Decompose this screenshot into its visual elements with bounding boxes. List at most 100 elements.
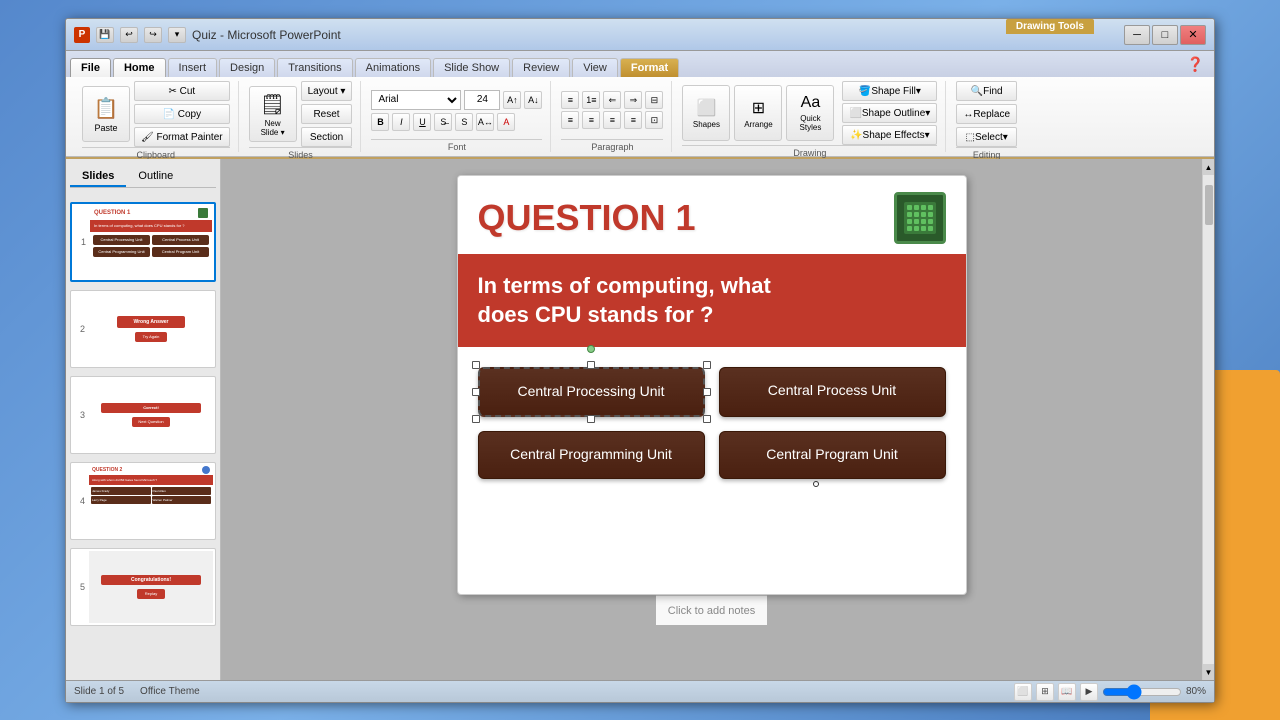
reading-view-button[interactable]: 📖 [1058, 683, 1076, 701]
font-size-up-button[interactable]: A↑ [503, 91, 521, 109]
handle-ml[interactable] [472, 388, 480, 396]
slide-canvas[interactable]: QUESTION 1 In terms of computi [457, 175, 967, 595]
shadow-button[interactable]: S [455, 113, 473, 131]
slide-thumb-3[interactable]: 3 Correct! Next Question [70, 376, 216, 454]
bold-button[interactable]: B [371, 113, 389, 131]
font-size-input[interactable] [464, 90, 500, 110]
handle-br[interactable] [703, 415, 711, 423]
cut-button[interactable]: ✂ Cut [134, 81, 230, 101]
close-button[interactable]: ✕ [1180, 25, 1206, 45]
new-slide-button[interactable]: 🗒 NewSlide ▾ [249, 86, 297, 142]
font-family-select[interactable]: Arial [371, 90, 461, 110]
redo-qat-button[interactable]: ↪ [144, 27, 162, 43]
decrease-indent-button[interactable]: ⇐ [603, 91, 621, 109]
maximize-button[interactable]: □ [1152, 25, 1178, 45]
handle-tr[interactable] [703, 361, 711, 369]
slide-thumb-5[interactable]: 5 Congratulations! Replay [70, 548, 216, 626]
save-qat-button[interactable]: 💾 [96, 27, 114, 43]
tab-review[interactable]: Review [512, 58, 570, 77]
find-button[interactable]: 🔍 Find [956, 81, 1017, 101]
replace-button[interactable]: ↔ Replace [956, 104, 1017, 124]
font-controls: Arial A↑ A↓ B I U S̶ S A↔ [371, 90, 542, 131]
paste-button[interactable]: 📋 Paste [82, 86, 130, 142]
undo-qat-button[interactable]: ↩ [120, 27, 138, 43]
cpu-inner [904, 202, 936, 234]
font-color-button[interactable]: A [497, 113, 515, 131]
slide-thumb-4[interactable]: 4 QUESTION 2 Along with whom did Bill Ga… [70, 462, 216, 540]
notes-bar[interactable]: Click to add notes [656, 595, 767, 625]
minimize-button[interactable]: ─ [1124, 25, 1150, 45]
answer-button-1[interactable]: Central Processing Unit [478, 367, 705, 417]
copy-button[interactable]: 📄 Copy [134, 104, 230, 124]
quick-styles-button[interactable]: Aa QuickStyles [786, 85, 834, 141]
mouse-cursor [813, 481, 819, 487]
align-left-button[interactable]: ≡ [561, 111, 579, 129]
cpu-icon [894, 192, 946, 244]
format-painter-button[interactable]: 🖌 Format Painter [134, 127, 230, 147]
slideshow-button[interactable]: ▶ [1080, 683, 1098, 701]
arrange-button[interactable]: ⊞ Arrange [734, 85, 782, 141]
tab-outline[interactable]: Outline [126, 167, 185, 187]
handle-tl[interactable] [472, 361, 480, 369]
font-size-down-button[interactable]: A↓ [524, 91, 542, 109]
section-button[interactable]: Section [301, 127, 353, 147]
shapes-button[interactable]: ⬜ Shapes [682, 85, 730, 141]
bullets-button[interactable]: ≡ [561, 91, 579, 109]
scroll-down-button[interactable]: ▼ [1203, 664, 1214, 680]
align-right-button[interactable]: ≡ [603, 111, 621, 129]
slide-thumb-1[interactable]: 1 QUESTION 1 In terms of computing, what… [70, 202, 216, 282]
strikethrough-button[interactable]: S̶ [434, 113, 452, 131]
increase-indent-button[interactable]: ⇒ [624, 91, 642, 109]
tab-animations[interactable]: Animations [355, 58, 431, 77]
justify-button[interactable]: ≡ [624, 111, 642, 129]
italic-button[interactable]: I [392, 113, 410, 131]
answer-button-2[interactable]: Central Process Unit [719, 367, 946, 417]
scroll-up-button[interactable]: ▲ [1203, 159, 1214, 175]
tab-file[interactable]: File [70, 58, 111, 77]
reset-button[interactable]: Reset [301, 104, 353, 124]
text-direction-button[interactable]: ⊡ [645, 111, 663, 129]
scroll-thumb[interactable] [1205, 185, 1213, 225]
theme-info: Office Theme [140, 686, 200, 697]
align-center-button[interactable]: ≡ [582, 111, 600, 129]
answer-button-3[interactable]: Central Programming Unit [478, 431, 705, 479]
tab-view[interactable]: View [572, 58, 618, 77]
font-content: Arial A↑ A↓ B I U S̶ S A↔ [371, 81, 542, 139]
scroll-track[interactable] [1203, 175, 1214, 664]
answer-text-1: Central Processing Unit [517, 383, 664, 399]
slide-num-3: 3 [73, 410, 85, 420]
right-scrollbar[interactable]: ▲ ▼ [1202, 159, 1214, 680]
tab-slides[interactable]: Slides [70, 167, 126, 187]
tab-transitions[interactable]: Transitions [277, 58, 352, 77]
qat-dropdown[interactable]: ▾ [168, 27, 186, 43]
char-spacing-button[interactable]: A↔ [476, 113, 494, 131]
normal-view-button[interactable]: ⬜ [1014, 683, 1032, 701]
numbering-button[interactable]: 1≡ [582, 91, 600, 109]
paragraph-group: ≡ 1≡ ⇐ ⇒ ⊟ ≡ ≡ ≡ ≡ ⊡ [553, 81, 672, 152]
layout-button[interactable]: Layout ▾ [301, 81, 353, 101]
tab-slideshow[interactable]: Slide Show [433, 58, 510, 77]
help-button[interactable]: ❓ [1181, 52, 1210, 77]
shape-fill-button[interactable]: 🪣 Shape Fill ▾ [842, 81, 937, 101]
handle-bc[interactable] [587, 415, 595, 423]
drawing-content: ⬜ Shapes ⊞ Arrange Aa QuickStyles 🪣 Shap… [682, 81, 937, 145]
columns-button[interactable]: ⊟ [645, 91, 663, 109]
slides-panel: Slides Outline 1 QUESTION 1 In terms of … [66, 159, 221, 680]
tab-home[interactable]: Home [113, 58, 166, 77]
handle-mr[interactable] [703, 388, 711, 396]
tab-insert[interactable]: Insert [168, 58, 218, 77]
tab-format[interactable]: Format [620, 58, 679, 77]
font-group: Arial A↑ A↓ B I U S̶ S A↔ [363, 81, 551, 152]
shape-outline-button[interactable]: ⬜ Shape Outline ▾ [842, 103, 937, 123]
handle-tc[interactable] [587, 361, 595, 369]
handle-bl[interactable] [472, 415, 480, 423]
answer-button-4[interactable]: Central Program Unit [719, 431, 946, 479]
zoom-slider[interactable] [1102, 684, 1182, 700]
underline-button[interactable]: U [413, 113, 431, 131]
slide-sorter-button[interactable]: ⊞ [1036, 683, 1054, 701]
slide-thumb-2[interactable]: 2 Wrong Answer Try Again [70, 290, 216, 368]
select-button[interactable]: ⬚ Select ▾ [956, 127, 1017, 147]
tab-design[interactable]: Design [219, 58, 275, 77]
shape-effects-button[interactable]: ✨ Shape Effects ▾ [842, 125, 937, 145]
rotate-handle[interactable] [587, 345, 595, 353]
